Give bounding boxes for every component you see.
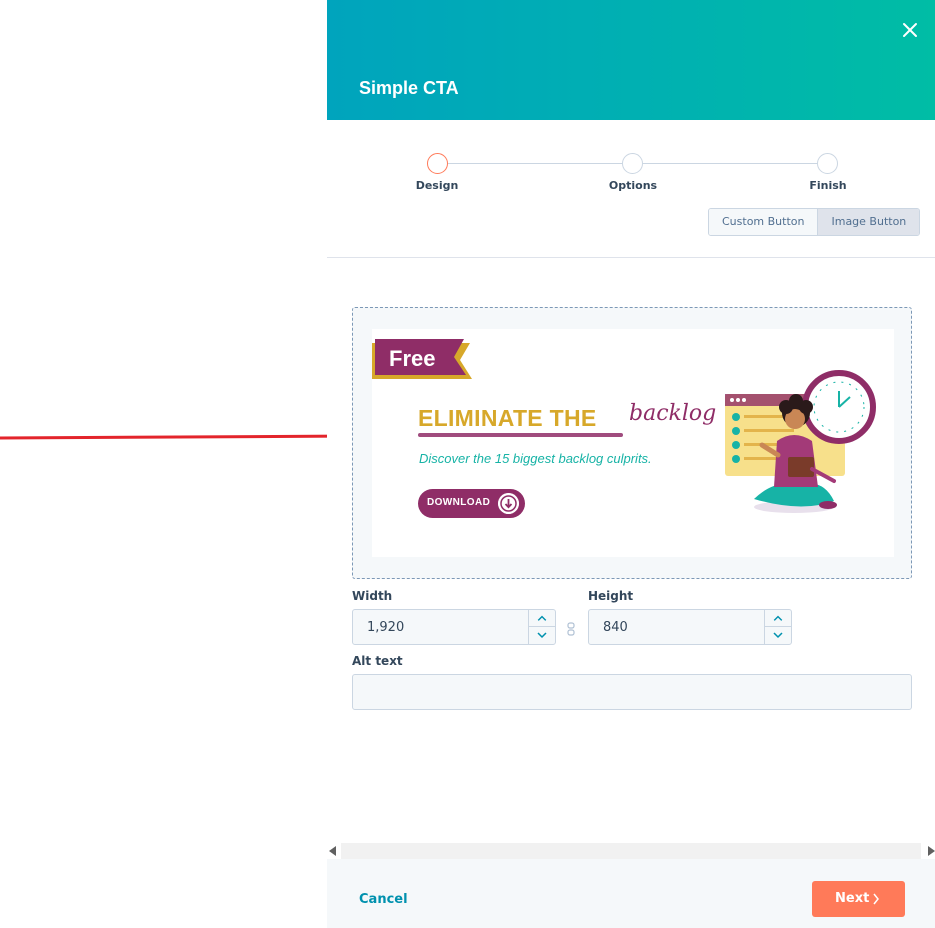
width-stepper (528, 610, 555, 644)
step-label-options: Options (608, 179, 658, 192)
image-preview-dropzone[interactable]: Free ELIMINATE THE backlog Discover the … (352, 307, 912, 579)
next-button[interactable]: Next (812, 881, 905, 917)
image-button-option[interactable]: Image Button (817, 209, 920, 235)
scroll-right-icon[interactable] (928, 846, 935, 856)
next-button-label: Next (835, 891, 870, 906)
step-dot-options[interactable] (622, 153, 643, 174)
height-value: 840 (603, 620, 628, 635)
custom-button-option[interactable]: Custom Button (709, 209, 818, 235)
horizontal-scrollbar[interactable] (327, 843, 935, 859)
chevron-right-icon (873, 893, 879, 905)
chevron-up-icon[interactable] (529, 610, 555, 627)
banner-headline: ELIMINATE THE (418, 405, 597, 431)
banner-headline-script: backlog (629, 401, 717, 426)
step-dot-design[interactable] (427, 153, 448, 174)
banner-subline: Discover the 15 biggest backlog culprits… (419, 451, 652, 466)
step-label-finish: Finish (809, 179, 847, 192)
height-stepper (764, 610, 791, 644)
chevron-down-icon[interactable] (765, 627, 791, 644)
height-label: Height (588, 589, 634, 603)
alt-text-label: Alt text (352, 654, 403, 668)
modal-title: Simple CTA (359, 78, 459, 98)
cancel-button[interactable]: Cancel (359, 892, 408, 907)
width-input[interactable]: 1,920 (352, 609, 556, 645)
page: Simple CTA Design Options Finish Custom … (0, 0, 935, 928)
scrollbar-track[interactable] (341, 843, 921, 859)
width-label: Width (352, 589, 393, 603)
chevron-up-icon[interactable] (765, 610, 791, 627)
progress-stepper: Design Options Finish (327, 150, 935, 200)
free-tag-text: Free (389, 346, 436, 371)
cta-modal-panel: Simple CTA Design Options Finish Custom … (327, 0, 935, 928)
alt-text-input[interactable] (352, 674, 912, 710)
chevron-down-icon[interactable] (529, 627, 555, 644)
modal-header: Simple CTA (327, 0, 935, 120)
step-connector (643, 163, 817, 164)
step-connector (448, 163, 622, 164)
divider (327, 257, 935, 258)
width-value: 1,920 (367, 620, 405, 635)
headline-underline (418, 433, 623, 437)
download-label: DOWNLOAD (427, 497, 491, 508)
woman-with-clock-illustration (725, 370, 876, 513)
link-icon[interactable] (567, 622, 575, 636)
scroll-left-icon[interactable] (329, 846, 336, 856)
step-label-design: Design (415, 179, 459, 192)
arrow-down-icon (498, 493, 519, 514)
button-type-toggle: Custom Button Image Button (708, 208, 921, 236)
modal-footer: Cancel Next (327, 859, 935, 928)
cta-image-preview: Free ELIMINATE THE backlog Discover the … (372, 329, 894, 557)
height-input[interactable]: 840 (588, 609, 792, 645)
close-icon[interactable] (900, 20, 920, 40)
banner-download-button: DOWNLOAD (418, 489, 525, 518)
red-arrow-annotation (0, 425, 378, 449)
step-dot-finish[interactable] (817, 153, 838, 174)
